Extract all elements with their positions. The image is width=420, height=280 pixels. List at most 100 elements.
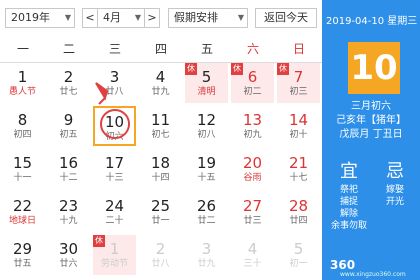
day-number: 23: [58, 197, 79, 215]
day-cell[interactable]: 22 地球日: [1, 192, 44, 232]
yi-section: 宜 祭祀 捕捉 解除 余事勿取: [326, 160, 372, 232]
pointer-arrow-icon: [95, 82, 108, 105]
day-number: 19: [196, 154, 217, 172]
day-cell[interactable]: 30 廿六: [47, 235, 90, 275]
weekday-label: 三: [108, 42, 121, 56]
lunar-label: 廿六: [59, 259, 78, 269]
day-number: 21: [288, 154, 309, 172]
day-cell[interactable]: 17 十三: [93, 149, 136, 189]
weekday-label: 五: [200, 42, 213, 56]
ganzhi-year: 己亥年【猪年】: [336, 115, 406, 126]
day-number: 25: [150, 197, 171, 215]
rest-badge: 休: [93, 235, 105, 247]
lunar-label: 二十: [105, 216, 124, 226]
day-cell[interactable]: 14 初十: [277, 106, 320, 146]
lunar-label: 十五: [197, 173, 216, 183]
lunar-label: 初四: [13, 130, 32, 140]
day-cell[interactable]: 28 廿四: [277, 192, 320, 232]
day-number: 15: [12, 154, 33, 172]
day-number: 11: [150, 111, 171, 129]
ji-section: 忌 嫁娶 开光: [372, 160, 418, 208]
day-cell[interactable]: 11 初七: [139, 106, 182, 146]
day-number: 22: [12, 197, 33, 215]
day-cell[interactable]: 休 6 初二: [231, 63, 274, 103]
weekday-label: 二: [62, 42, 75, 56]
year-value: 2019年: [11, 11, 50, 24]
day-cell[interactable]: 2 廿八: [139, 235, 182, 275]
day-number: 12: [196, 111, 217, 129]
watermark-url: www.xingzuo360.com: [340, 271, 406, 278]
lunar-label: 初十: [289, 130, 308, 140]
day-cell[interactable]: 13 初九: [231, 106, 274, 146]
next-month-button[interactable]: >: [144, 8, 160, 28]
day-cell[interactable]: 15 十一: [1, 149, 44, 189]
day-cell[interactable]: 25 廿一: [139, 192, 182, 232]
day-number: 20: [242, 154, 263, 172]
prev-month-button[interactable]: <: [82, 8, 98, 28]
day-number: 9: [63, 111, 74, 129]
day-cell[interactable]: 27 廿三: [231, 192, 274, 232]
lunar-label: 十九: [59, 216, 78, 226]
day-cell[interactable]: 16 十二: [47, 149, 90, 189]
day-number: 4: [155, 68, 166, 86]
year-select[interactable]: 2019年 ▼: [5, 8, 75, 28]
weekday-label: 日: [292, 42, 305, 56]
day-number: 29: [12, 240, 33, 258]
day-cell[interactable]: 10 初六: [93, 106, 136, 146]
day-number: 5: [293, 240, 304, 258]
day-cell[interactable]: 18 十四: [139, 149, 182, 189]
day-cell[interactable]: 2 廿七: [47, 63, 90, 103]
day-number: 16: [58, 154, 79, 172]
day-cell[interactable]: 5 初一: [277, 235, 320, 275]
weekday-label: 六: [246, 42, 259, 56]
rest-badge: 休: [277, 63, 289, 75]
lunar-label: 廿七: [59, 87, 78, 97]
day-cell[interactable]: 19 十五: [185, 149, 228, 189]
day-number: 28: [288, 197, 309, 215]
day-cell[interactable]: 12 初八: [185, 106, 228, 146]
lunar-label: 十七: [289, 173, 308, 183]
day-number: 2: [63, 68, 74, 86]
lunar-label: 廿九: [197, 259, 216, 269]
ganzhi-day: 戊辰月 丁丑日: [339, 129, 403, 140]
day-cell[interactable]: 26 廿二: [185, 192, 228, 232]
selected-date-text: 2019-04-10 星期三: [326, 16, 418, 27]
selected-circle: [100, 109, 130, 139]
lunar-label: 廿四: [289, 216, 308, 226]
month-select[interactable]: 4月 ▼: [97, 8, 145, 28]
selected-day-number: 10: [348, 42, 400, 94]
day-number: 14: [288, 111, 309, 129]
day-cell[interactable]: 20 谷雨: [231, 149, 274, 189]
lunar-label: 十三: [105, 173, 124, 183]
day-cell[interactable]: 3 廿九: [185, 235, 228, 275]
day-cell[interactable]: 8 初四: [1, 106, 44, 146]
yi-item: 祭祀: [339, 185, 358, 195]
lunar-label: 初二: [243, 87, 262, 97]
rest-badge: 休: [185, 63, 197, 75]
weekday-label: 一: [16, 42, 29, 56]
day-cell[interactable]: 休 5 清明: [185, 63, 228, 103]
day-cell[interactable]: 休 1 劳动节: [93, 235, 136, 275]
day-number: 2: [155, 240, 166, 258]
day-cell[interactable]: 4 廿九: [139, 63, 182, 103]
lunar-label: 地球日: [8, 216, 36, 226]
day-cell[interactable]: 休 7 初三: [277, 63, 320, 103]
holiday-value: 假期安排: [174, 11, 218, 24]
holiday-select[interactable]: 假期安排 ▼: [168, 8, 248, 28]
today-button[interactable]: 返回今天: [255, 8, 317, 28]
lunar-label: 廿八: [151, 259, 170, 269]
weekday-label: 四: [154, 42, 167, 56]
lunar-label: 愚人节: [8, 87, 36, 97]
day-cell[interactable]: 9 初五: [47, 106, 90, 146]
ji-item: 嫁娶: [385, 185, 404, 195]
day-cell[interactable]: 1 愚人节: [1, 63, 44, 103]
day-cell[interactable]: 29 廿五: [1, 235, 44, 275]
lunar-label: 十一: [13, 173, 32, 183]
day-cell[interactable]: 24 二十: [93, 192, 136, 232]
day-cell[interactable]: 23 十九: [47, 192, 90, 232]
day-cell[interactable]: 4 三十: [231, 235, 274, 275]
day-cell[interactable]: 21 十七: [277, 149, 320, 189]
day-number: 24: [104, 197, 125, 215]
day-number: 13: [242, 111, 263, 129]
yi-heading: 宜: [340, 161, 358, 182]
